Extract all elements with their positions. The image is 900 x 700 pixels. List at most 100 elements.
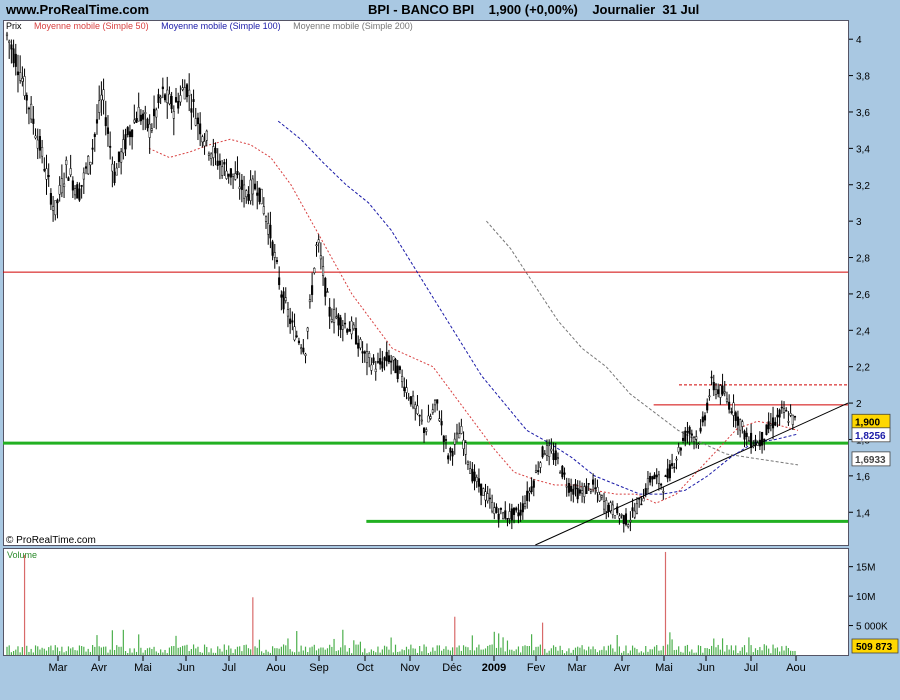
- price-candle-body: [692, 437, 696, 442]
- price-candle-body: [629, 520, 632, 522]
- price-candle-body: [530, 486, 533, 493]
- price-candle-body: [194, 118, 197, 126]
- price-candle-body: [708, 395, 711, 398]
- price-candle-body: [752, 445, 755, 447]
- price-candle-body: [449, 448, 452, 453]
- price-candle-body: [600, 495, 603, 498]
- price-candle-body: [247, 194, 250, 201]
- price-candle-body: [177, 100, 180, 109]
- price-candle-body: [416, 405, 419, 415]
- price-candle-body: [664, 475, 667, 477]
- price-candle-body: [627, 524, 630, 527]
- price-candle-body: [706, 402, 709, 411]
- price-candle-body: [282, 291, 285, 310]
- price-candle-body: [422, 427, 426, 433]
- price-candle-body: [567, 482, 570, 493]
- price-candle-body: [139, 114, 142, 122]
- price-candle-body: [565, 485, 568, 488]
- price-candle-body: [330, 318, 333, 322]
- price-candle-body: [433, 399, 437, 406]
- price-candle-body: [275, 260, 279, 262]
- x-tick-label: Oct: [356, 662, 373, 674]
- price-candle-body: [772, 417, 775, 429]
- price-candle-body: [420, 419, 423, 422]
- price-candle-body: [662, 491, 665, 493]
- y-tick-label: 3,6: [856, 108, 870, 119]
- price-candle-body: [300, 347, 303, 349]
- price-candle-body: [273, 252, 276, 258]
- price-candle-body: [703, 415, 707, 421]
- price-candle-body: [405, 387, 408, 393]
- x-tick-label: Mar: [49, 662, 68, 674]
- price-candle-body: [142, 113, 145, 120]
- price-candle-body: [60, 178, 63, 194]
- price-candle-body: [574, 483, 577, 490]
- price-candle-body: [207, 153, 210, 156]
- price-candle-body: [477, 478, 480, 487]
- price-candle-body: [196, 117, 200, 125]
- price-candle-body: [41, 147, 44, 157]
- price-candle-body: [12, 48, 15, 64]
- price-candle-body: [326, 291, 329, 293]
- price-candle-body: [146, 118, 149, 129]
- price-candle-body: [308, 299, 311, 303]
- price-candle-body: [401, 376, 404, 383]
- price-candle-body: [341, 325, 344, 330]
- price-candle-body: [734, 412, 737, 421]
- price-candle-body: [679, 447, 682, 451]
- price-candle-body: [385, 351, 388, 362]
- price-candle-body: [32, 118, 35, 124]
- price-candle-body: [616, 506, 619, 514]
- price-candle-body: [455, 432, 459, 435]
- price-candle-body: [148, 123, 151, 138]
- price-candle-body: [363, 351, 366, 354]
- price-candle-body: [537, 470, 540, 472]
- price-candle-body: [761, 431, 764, 446]
- price-candle-body: [251, 178, 254, 195]
- price-candle-body: [315, 244, 318, 247]
- price-candle-body: [82, 172, 85, 180]
- price-candle-body: [451, 450, 454, 457]
- x-tick-label: Jun: [177, 662, 195, 674]
- price-candle-body: [624, 513, 628, 525]
- price-candle-body: [179, 95, 182, 103]
- price-candle-body: [264, 216, 268, 222]
- x-tick-label: Mai: [655, 662, 673, 674]
- price-candle-body: [739, 419, 742, 431]
- y-tick-label: 2,2: [856, 363, 870, 374]
- price-candle-body: [190, 108, 193, 113]
- price-candle-body: [429, 416, 432, 419]
- y-tick-label: 3: [856, 217, 862, 228]
- price-candle-body: [642, 498, 645, 502]
- price-candle-body: [780, 406, 783, 409]
- price-candle-body: [80, 184, 83, 187]
- price-candle-body: [673, 466, 676, 469]
- price-candle-body: [293, 326, 296, 341]
- price-candle-body: [745, 432, 748, 438]
- price-candle-body: [361, 351, 364, 354]
- price-candle-body: [313, 267, 316, 274]
- price-candle-body: [319, 255, 322, 260]
- price-candle-body: [506, 518, 509, 520]
- price-candle-body: [5, 33, 9, 37]
- price-candle-body: [787, 421, 790, 423]
- price-candle-body: [701, 416, 704, 423]
- price-candle-body: [653, 474, 656, 480]
- price-candle-body: [16, 71, 20, 76]
- price-candle-body: [484, 491, 487, 501]
- price-candle-body: [618, 515, 621, 519]
- price-candle-body: [58, 185, 61, 195]
- price-candle-body: [620, 514, 623, 516]
- price-candle-body: [387, 355, 390, 363]
- price-candle-body: [765, 424, 768, 435]
- price-candle-body: [736, 416, 739, 426]
- price-candle-body: [67, 177, 70, 181]
- price-candle-body: [350, 320, 353, 335]
- price-candle-body: [398, 366, 401, 371]
- price-candle-body: [106, 127, 110, 134]
- price-candle-body: [563, 472, 566, 475]
- price-candle-body: [38, 136, 41, 151]
- price-candle-body: [381, 361, 384, 369]
- volume-tick-label: 10M: [856, 592, 875, 603]
- price-candle-body: [508, 511, 511, 519]
